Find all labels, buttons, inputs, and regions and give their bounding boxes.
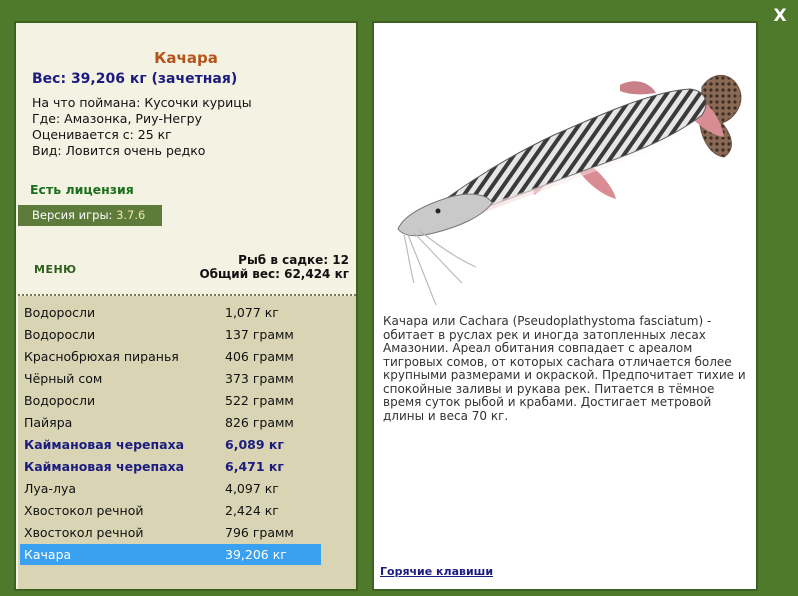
catch-name: Водоросли [24,327,96,342]
fish-count: Рыб в садке: 12 [238,253,349,267]
catch-info-panel: Качара Вес: 39,206 кг (зачетная) На что … [14,21,358,591]
catch-weight: 6,471 кг [225,459,284,474]
total-weight: Общий вес: 62,424 кг [199,267,349,281]
catch-name: Луа-луа [24,481,77,496]
catch-name: Каймановая черепаха [24,437,185,452]
catch-row[interactable]: Чёрный сом 373 грамм [20,368,321,389]
catch-row[interactable]: Водоросли 1,077 кг [20,302,321,323]
catch-name: Водоросли [24,305,96,320]
catch-name: Чёрный сом [24,371,103,386]
dotted-divider [18,294,356,296]
catch-row-selected[interactable]: Качара 39,206 кг [20,544,321,565]
menu-button[interactable]: МЕНЮ [34,263,77,276]
catch-weight: 137 грамм [225,327,294,342]
version-bar: Версия игры: 3.7.6 [18,205,162,226]
license-status: Есть лицензия [30,182,134,197]
keepnet-stats: Рыб в садке: 12 Общий вес: 62,424 кг [199,253,349,281]
version-value: 3.7.6 [116,208,146,222]
catch-weight: 373 грамм [225,371,294,386]
catch-row-trophy[interactable]: Каймановая черепаха 6,089 кг [20,434,321,455]
catch-row[interactable]: Водоросли 137 грамм [20,324,321,345]
fish-description: Качара или Cachara (Pseudoplathystoma fa… [383,314,746,423]
catch-name: Хвостокол речной [24,525,144,540]
close-button[interactable]: X [770,6,790,26]
fish-detail-panel: Качара или Cachara (Pseudoplathystoma fa… [372,21,758,591]
catch-weight: 796 грамм [225,525,294,540]
catch-name: Хвостокол речной [24,503,144,518]
catch-weight: 826 грамм [225,415,294,430]
catch-weight: 406 грамм [225,349,294,364]
catch-name: Пайяра [24,415,73,430]
catch-weight: 4,097 кг [225,481,279,496]
catch-weight: 1,077 кг [225,305,279,320]
catch-row[interactable]: Краснобрюхая пиранья 406 грамм [20,346,321,367]
catch-row[interactable]: Хвостокол речной 796 грамм [20,522,321,543]
fish-location: Где: Амазонка, Риу-Негру [32,111,202,126]
catch-weight: 6,089 кг [225,437,284,452]
catch-row[interactable]: Луа-луа 4,097 кг [20,478,321,499]
fish-title: Качара [154,49,218,67]
fish-weight: Вес: 39,206 кг (зачетная) [32,71,238,87]
catch-weight: 2,424 кг [225,503,279,518]
fish-rarity: Вид: Ловится очень редко [32,143,206,158]
catch-row-trophy[interactable]: Каймановая черепаха 6,471 кг [20,456,321,477]
catch-weight: 39,206 кг [225,547,287,562]
catch-row[interactable]: Пайяра 826 грамм [20,412,321,433]
fish-bait: На что поймана: Кусочки курицы [32,95,252,110]
catch-row[interactable]: Хвостокол речной 2,424 кг [20,500,321,521]
catch-row[interactable]: Водоросли 522 грамм [20,390,321,411]
catch-name: Водоросли [24,393,96,408]
fish-value: Оценивается с: 25 кг [32,127,172,142]
hotkeys-link[interactable]: Горячие клавиши [380,565,493,578]
catch-name: Краснобрюхая пиранья [24,349,179,364]
catch-name: Качара [24,547,72,562]
catch-weight: 522 грамм [225,393,294,408]
version-label: Версия игры: [32,208,113,222]
catch-name: Каймановая черепаха [24,459,185,474]
fish-image [397,75,742,306]
